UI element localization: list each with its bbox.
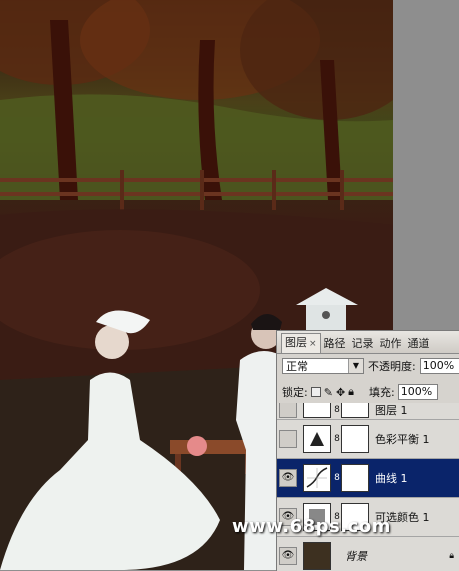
mask-thumbnail (341, 425, 369, 453)
lock-row: 锁定: ✎ ✥ 🔒︎ 填充: 100% (282, 383, 459, 401)
fill-label: 填充: (369, 386, 395, 399)
eye-icon[interactable]: 👁︎ (279, 469, 297, 487)
visibility-toggle[interactable] (279, 430, 297, 448)
mask-thumbnail (341, 464, 369, 492)
lock-paint-icon[interactable]: ✎ (324, 386, 333, 399)
color-balance-icon (303, 425, 331, 453)
adjustment-thumbnail (303, 403, 331, 418)
close-icon[interactable]: × (309, 339, 317, 349)
panel-tabs: 图层 × 路径 记录 动作 通道 (277, 331, 459, 354)
tab-channels[interactable]: 通道 (405, 335, 433, 353)
opacity-field[interactable]: 100% (419, 358, 459, 374)
blend-row: 正常 ▼ 不透明度: 100% (282, 357, 459, 375)
eye-icon[interactable]: 👁︎ (279, 547, 297, 565)
layer-name: 背景 (345, 550, 367, 563)
lock-transparency-icon[interactable] (310, 387, 321, 397)
blend-mode-select[interactable]: 正常 ▼ (282, 358, 364, 374)
background-thumbnail (303, 542, 331, 570)
lock-icon: 🔒︎ (449, 551, 454, 561)
tab-actions[interactable]: 动作 (377, 335, 405, 353)
tab-history[interactable]: 记录 (349, 335, 377, 353)
link-icon: 8 (334, 405, 340, 415)
layer-row[interactable]: 8 图层 1 (277, 403, 459, 420)
link-icon: 8 (334, 434, 340, 444)
layer-name: 图层 1 (375, 404, 408, 417)
watermark: www.68ps.com (232, 516, 391, 537)
layer-name: 曲线 1 (375, 472, 408, 485)
layer-row-selected[interactable]: 👁︎ 8 曲线 1 (277, 459, 459, 498)
lock-position-icon[interactable]: ✥ (336, 386, 345, 399)
chevron-down-icon: ▼ (348, 359, 363, 373)
link-icon: 8 (334, 473, 340, 483)
canvas-background (393, 0, 459, 330)
lock-all-icon[interactable]: 🔒︎ (348, 385, 354, 399)
tab-paths[interactable]: 路径 (321, 335, 349, 353)
layer-name: 色彩平衡 1 (375, 433, 430, 446)
mask-thumbnail (341, 403, 369, 418)
layer-row[interactable]: 👁︎ 背景 🔒︎ (277, 537, 459, 571)
lock-label: 锁定: (282, 386, 308, 399)
layer-list: 8 图层 1 8 色彩平衡 1 👁︎ 8 曲线 1 👁︎ 8 可选颜色 1 👁︎… (277, 403, 459, 571)
fill-field[interactable]: 100% (397, 384, 438, 400)
tab-layers[interactable]: 图层 × (281, 333, 321, 353)
curves-icon (303, 464, 331, 492)
visibility-toggle[interactable] (279, 403, 297, 418)
opacity-label: 不透明度: (368, 360, 416, 373)
layer-row[interactable]: 8 色彩平衡 1 (277, 420, 459, 459)
